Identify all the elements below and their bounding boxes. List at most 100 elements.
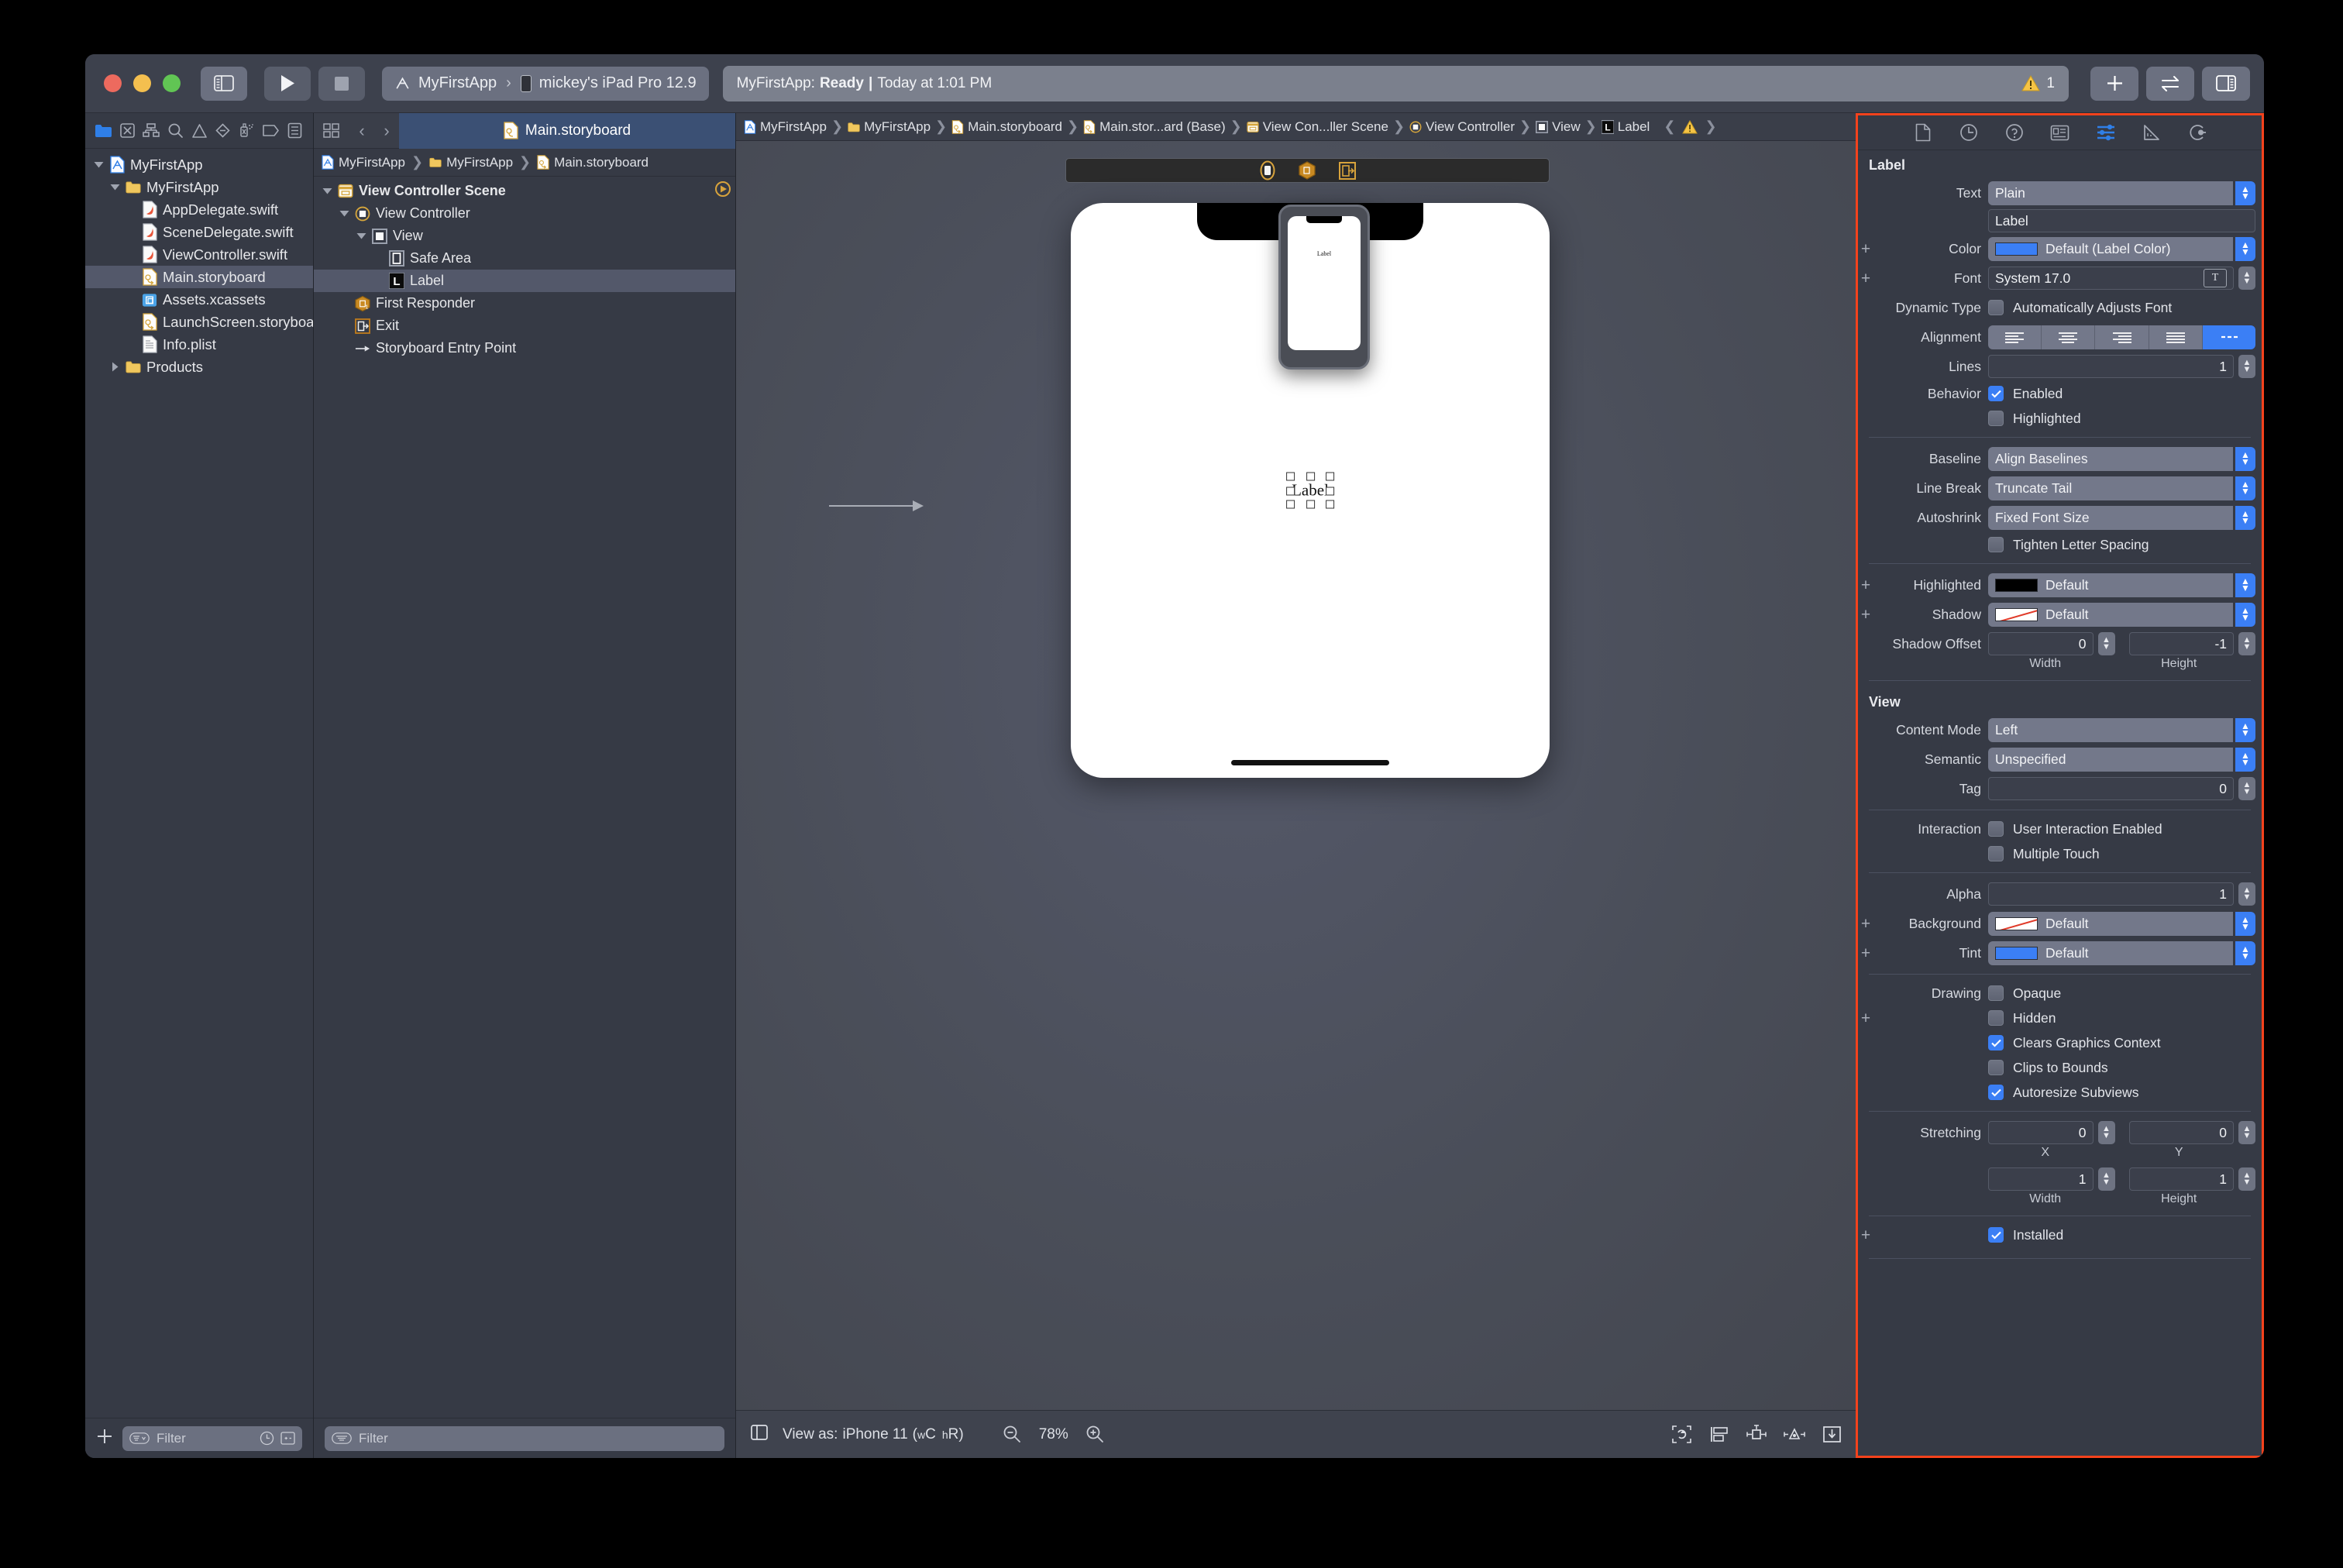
outline-row[interactable]: L Label <box>314 270 735 292</box>
view-controller-icon[interactable] <box>1260 160 1275 181</box>
activity-status-bar[interactable]: MyFirstApp: Ready | Today at 1:01 PM 1 <box>722 65 2069 101</box>
sidebar-item-symbol-navigator[interactable] <box>139 119 163 143</box>
stretching-height-stepper[interactable]: ▲ ▼ <box>2238 1167 2255 1191</box>
enabled-checkbox[interactable] <box>1988 386 2004 401</box>
user-interaction-enabled-checkbox[interactable] <box>1988 821 2004 837</box>
disclosure-twisty[interactable] <box>339 210 349 217</box>
update-frames-icon[interactable] <box>1671 1425 1692 1444</box>
first-responder-icon[interactable] <box>1298 161 1316 180</box>
text-style-stepper[interactable]: ▲ ▼ <box>2235 181 2255 205</box>
tab-quick-help[interactable] <box>2003 121 2026 144</box>
canvas-breadcrumb-item[interactable]: View <box>1536 119 1581 135</box>
outline-row[interactable]: View <box>314 225 735 247</box>
navigator-row[interactable]: SceneDelegate.swift <box>85 221 313 243</box>
disclosure-triangle-down-icon[interactable] <box>339 210 349 217</box>
background-stepper[interactable]: ▲ ▼ <box>2235 911 2255 936</box>
add-highlighted-variation-button[interactable]: + <box>1858 577 1873 593</box>
editor-options-button[interactable] <box>2146 66 2194 101</box>
stretching-height-input[interactable]: 1 <box>2128 1167 2234 1191</box>
toggle-inspector-button[interactable] <box>2202 66 2250 101</box>
toggle-navigator-button[interactable] <box>201 66 247 101</box>
sidebar-item-source-control-navigator[interactable] <box>115 119 139 143</box>
navigator-row[interactable]: Assets.xcassets <box>85 288 313 311</box>
clips-to-bounds-checkbox[interactable] <box>1988 1060 2004 1075</box>
align-center-button[interactable] <box>2042 325 2096 349</box>
canvas-breadcrumb-item[interactable]: L Label <box>1601 119 1650 135</box>
tighten-letter-spacing-checkbox[interactable] <box>1988 537 2004 552</box>
background-color-popup[interactable]: Default <box>1988 911 2233 936</box>
resize-handle[interactable] <box>1306 472 1315 481</box>
resize-handle[interactable] <box>1306 500 1315 509</box>
outline-row[interactable]: Exit <box>314 315 735 337</box>
disclosure-triangle-down-icon[interactable] <box>94 161 104 168</box>
canvas-label-element[interactable]: Label <box>1286 472 1334 509</box>
outline-row[interactable]: Safe Area <box>314 247 735 270</box>
tag-stepper[interactable]: ▲ ▼ <box>2238 777 2255 800</box>
disclosure-twisty[interactable] <box>322 187 332 194</box>
autoshrink-popup[interactable]: Fixed Font Size <box>1988 505 2233 530</box>
disclosure-twisty[interactable] <box>109 362 120 372</box>
view-as-control[interactable]: View as: iPhone 11 ( w C h R ) <box>783 1426 964 1443</box>
navigator-row[interactable]: Info.plist <box>85 333 313 356</box>
canvas-breadcrumb-item[interactable]: Main.storyboard <box>951 119 1062 135</box>
clears-graphics-context-checkbox[interactable] <box>1988 1035 2004 1050</box>
shadow-offset-height-input[interactable]: -1 <box>2128 632 2234 655</box>
auto-adjusts-font-checkbox[interactable] <box>1988 300 2004 315</box>
canvas-breadcrumb-item[interactable]: View Con...ller Scene <box>1247 119 1388 135</box>
navigator-row[interactable]: AppDelegate.swift <box>85 198 313 221</box>
show-tabs-button[interactable] <box>314 122 349 139</box>
resolve-auto-layout-icon[interactable] <box>1784 1425 1805 1444</box>
tab-file-inspector[interactable] <box>1911 121 1935 144</box>
align-right-button[interactable] <box>2095 325 2149 349</box>
canvas-breadcrumb-item[interactable]: MyFirstApp <box>848 119 931 135</box>
canvas-breadcrumb-item[interactable]: View Controller <box>1409 119 1515 135</box>
disclosure-twisty[interactable] <box>356 232 366 239</box>
add-file-button[interactable] <box>96 1428 113 1449</box>
baseline-popup[interactable]: Align Baselines <box>1988 446 2233 471</box>
resize-handle[interactable] <box>1325 487 1334 495</box>
highlighted-checkbox[interactable] <box>1988 411 2004 426</box>
stretching-y-input[interactable]: 0 <box>2128 1121 2234 1144</box>
sidebar-item-breakpoint-navigator[interactable] <box>259 119 283 143</box>
font-field[interactable]: System 17.0 T <box>1988 266 2234 290</box>
storyboard-canvas[interactable]: Label Label <box>736 141 1856 1410</box>
disclosure-triangle-down-icon[interactable] <box>322 187 332 194</box>
issue-navigation-group[interactable]: ❮ ❯ <box>1663 119 1717 135</box>
disclosure-twisty[interactable] <box>109 184 120 191</box>
shadow-color-stepper[interactable]: ▲ ▼ <box>2235 602 2255 627</box>
sidebar-item-report-navigator[interactable] <box>283 119 307 143</box>
font-stepper[interactable]: ▲ ▼ <box>2238 266 2255 290</box>
sidebar-item-find-navigator[interactable] <box>163 119 188 143</box>
zoom-in-icon[interactable] <box>1085 1425 1105 1444</box>
add-font-variation-button[interactable]: + <box>1858 270 1873 287</box>
add-color-variation-button[interactable]: + <box>1858 241 1873 257</box>
align-left-button[interactable] <box>1988 325 2042 349</box>
sidebar-item-issue-navigator[interactable] <box>188 119 212 143</box>
stop-button[interactable] <box>318 66 365 101</box>
highlighted-color-popup[interactable]: Default <box>1988 573 2233 597</box>
disclosure-triangle-right-icon[interactable] <box>112 362 119 372</box>
disclosure-triangle-down-icon[interactable] <box>356 232 366 239</box>
hidden-checkbox[interactable] <box>1988 1010 2004 1026</box>
navigator-row[interactable]: Main.storyboard <box>85 266 313 288</box>
add-constraints-icon[interactable] <box>1746 1425 1767 1444</box>
resize-handle[interactable] <box>1325 500 1334 509</box>
canvas-breadcrumb-item[interactable]: MyFirstApp <box>744 119 827 135</box>
stretching-x-stepper[interactable]: ▲ ▼ <box>2097 1121 2115 1144</box>
autoshrink-stepper[interactable]: ▲ ▼ <box>2235 505 2255 530</box>
outline-row[interactable]: 1 First Responder <box>314 292 735 315</box>
alpha-input[interactable]: 1 <box>1988 882 2234 906</box>
baseline-stepper[interactable]: ▲ ▼ <box>2235 446 2255 471</box>
outline-row[interactable]: View Controller <box>314 202 735 225</box>
disclosure-triangle-down-icon[interactable] <box>110 184 120 191</box>
installed-checkbox[interactable] <box>1988 1227 2004 1243</box>
color-stepper[interactable]: ▲ ▼ <box>2235 236 2255 261</box>
sidebar-item-debug-navigator[interactable] <box>235 119 259 143</box>
align-justified-button[interactable] <box>2149 325 2203 349</box>
canvas-breadcrumb-item[interactable]: Main.stor...ard (Base) <box>1083 119 1226 135</box>
stretching-width-stepper[interactable]: ▲ ▼ <box>2097 1167 2115 1191</box>
go-forward-button[interactable]: › <box>374 121 399 141</box>
source-control-filter-icon[interactable] <box>280 1431 295 1446</box>
alpha-stepper[interactable]: ▲ ▼ <box>2238 882 2255 906</box>
add-background-variation-button[interactable]: + <box>1858 916 1873 932</box>
